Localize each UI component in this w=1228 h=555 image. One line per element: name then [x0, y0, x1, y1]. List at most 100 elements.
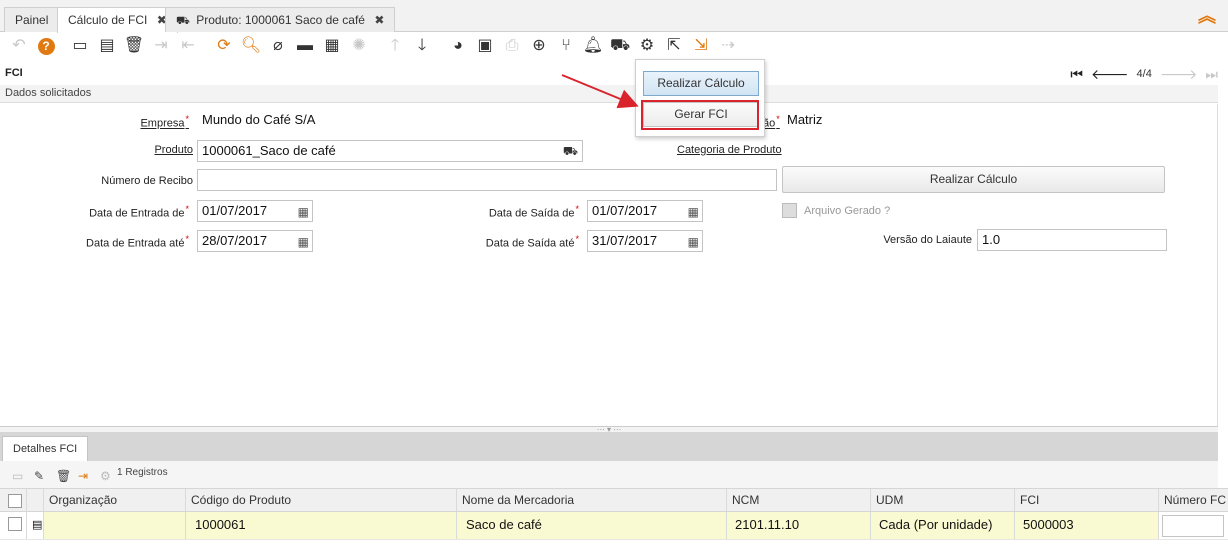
cell-fci[interactable]: 5000003	[1015, 512, 1159, 539]
report-icon[interactable]: ◕	[448, 36, 468, 56]
entrada-ate-input[interactable]: 28/07/2017 ▦	[197, 230, 313, 252]
empresa-label[interactable]: Empresa*	[140, 114, 189, 130]
edit-icon[interactable]: ✎	[34, 469, 44, 483]
edit-row-icon[interactable]: ▤	[27, 512, 44, 539]
table-row[interactable]: ▤ 1000061 Saco de café 2101.11.10 Cada (…	[0, 512, 1228, 540]
record-nav: ⏮ 🡐 4/4 🡒 ⏭	[1070, 64, 1218, 84]
entrada-de-input[interactable]: 01/07/2017 ▦	[197, 200, 313, 222]
calendar-icon[interactable]: ▦	[298, 232, 309, 251]
cart-icon[interactable]: ⛟	[563, 141, 578, 161]
cart-icon[interactable]: ⛟	[610, 36, 630, 56]
export-icon[interactable]: ⇱	[664, 36, 684, 56]
produto-field-value: 1000061_Saco de café	[202, 143, 336, 158]
required-mark: *	[575, 234, 579, 244]
first-record-icon[interactable]: ⏮	[1070, 66, 1083, 83]
export-icon[interactable]: ⇥	[78, 469, 88, 483]
popup-realizar-calculo-button[interactable]: Realizar Cálculo	[643, 71, 759, 96]
new-record-icon[interactable]: ▭	[70, 36, 90, 56]
previous-record-icon[interactable]: 🡐	[1091, 66, 1129, 83]
cell-udm[interactable]: Cada (Por unidade)	[871, 512, 1015, 539]
entrada-de-label: Data de Entrada de*	[89, 204, 189, 220]
exit-icon[interactable]: ⇢	[718, 36, 738, 56]
calendar-icon[interactable]: ▦	[298, 202, 309, 221]
section-header: Dados solicitados	[0, 85, 1218, 103]
required-mark: *	[575, 204, 579, 214]
produto-label[interactable]: Produto	[154, 144, 193, 156]
zoom-icon[interactable]: ⊕	[529, 36, 549, 56]
tab-painel[interactable]: Painel	[4, 7, 60, 32]
record-count: 1 Registros	[117, 467, 168, 478]
cell-ncm[interactable]: 2101.11.10	[727, 512, 871, 539]
entrada-ate-label-text: Data de Entrada até	[86, 237, 185, 250]
bell-icon[interactable]: 🔔︎	[583, 36, 603, 56]
arrow-up-icon[interactable]: 🡑	[385, 36, 405, 56]
help-icon[interactable]: ?	[36, 36, 56, 56]
print-icon[interactable]: ⎙	[502, 36, 522, 56]
entrada-ate-value: 28/07/2017	[202, 233, 268, 248]
cell-numero-fci-input[interactable]	[1162, 515, 1224, 537]
delete-icon[interactable]: 🗑	[56, 469, 71, 483]
column-header-nome-mercadoria[interactable]: Nome da Mercadoria	[457, 489, 727, 511]
gear-icon[interactable]: ⚙	[637, 36, 657, 56]
detail-tab-bar: Detalhes FCI	[0, 432, 1218, 461]
column-header-numero-fci[interactable]: Número FC	[1159, 489, 1228, 511]
workflow-icon[interactable]: ⑂	[556, 36, 576, 56]
arquivo-gerado-checkbox[interactable]	[782, 203, 797, 218]
column-header-codigo-produto[interactable]: Código do Produto	[186, 489, 457, 511]
collapse-icon[interactable]: ︽	[1198, 7, 1216, 25]
cell-organizacao[interactable]	[44, 512, 186, 539]
tab-produto[interactable]: ⛟ Produto: 1000061 Saco de café ✖	[165, 7, 396, 32]
last-record-icon[interactable]: ⏭	[1205, 66, 1218, 83]
highlight-box	[641, 100, 759, 130]
import-icon[interactable]: ⇲	[691, 36, 711, 56]
row-checkbox[interactable]	[8, 517, 22, 531]
realizar-calculo-button[interactable]: Realizar Cálculo	[782, 166, 1165, 193]
search-icon[interactable]: 🔍︎	[241, 36, 261, 56]
versao-laiaute-input[interactable]: 1.0	[977, 229, 1167, 251]
tab-detalhes-fci[interactable]: Detalhes FCI	[2, 436, 89, 461]
tab-label: Cálculo de FCI	[68, 13, 148, 27]
grid-header: Organização Código do Produto Nome da Me…	[0, 488, 1228, 512]
attachment-icon[interactable]: ⌀	[268, 36, 288, 56]
column-header-udm[interactable]: UDM	[871, 489, 1015, 511]
entrada-de-label-text: Data de Entrada de	[89, 207, 185, 220]
close-icon[interactable]: ✖	[374, 13, 384, 27]
app-window: Painel Cálculo de FCI ✖ ⛟ Produto: 10000…	[0, 0, 1228, 555]
column-header-fci[interactable]: FCI	[1015, 489, 1159, 511]
required-mark: *	[185, 234, 189, 244]
cell-nome-mercadoria[interactable]: Saco de café	[457, 512, 727, 539]
saida-de-input[interactable]: 01/07/2017 ▦	[587, 200, 703, 222]
new-record-icon[interactable]: ▭	[12, 469, 23, 483]
select-all-checkbox[interactable]	[8, 494, 22, 508]
column-header-ncm[interactable]: NCM	[727, 489, 871, 511]
arrow-down-icon[interactable]: 🡓	[412, 36, 432, 56]
arquivo-gerado-label: Arquivo Gerado ?	[804, 205, 891, 217]
fci-form: Empresa* Mundo do Café S/A ão* Matriz Pr…	[0, 104, 1218, 426]
saida-ate-label-text: Data de Saída até	[485, 237, 575, 250]
empresa-label-text: Empresa	[140, 117, 185, 130]
delete-icon[interactable]: 🗑	[124, 36, 144, 56]
copy-record-icon[interactable]: ▤	[97, 36, 117, 56]
calendar-icon[interactable]: ▦	[688, 232, 699, 251]
required-mark: *	[185, 114, 189, 124]
record-counter: 4/4	[1136, 68, 1152, 80]
tab-calculo-fci[interactable]: Cálculo de FCI ✖	[57, 7, 178, 33]
saida-ate-input[interactable]: 31/07/2017 ▦	[587, 230, 703, 252]
grid-toggle-icon[interactable]: ✺	[349, 36, 369, 56]
save-icon[interactable]: ⇥	[151, 36, 171, 56]
undo-icon[interactable]: ↶	[9, 36, 29, 56]
cell-codigo-produto[interactable]: 1000061	[186, 512, 457, 539]
column-header-organizacao[interactable]: Organização	[44, 489, 186, 511]
organizacao-label[interactable]: ão*	[763, 114, 780, 130]
history-icon[interactable]: ▦	[322, 36, 342, 56]
produto-field[interactable]: 1000061_Saco de café ⛟	[197, 140, 583, 162]
calendar-icon[interactable]: ▦	[688, 202, 699, 221]
save-close-icon[interactable]: ⇤	[178, 36, 198, 56]
gear-icon[interactable]: ⚙	[100, 469, 111, 483]
chat-icon[interactable]: ▬	[295, 36, 315, 56]
recibo-input[interactable]	[197, 169, 777, 191]
next-record-icon[interactable]: 🡒	[1160, 66, 1198, 83]
refresh-icon[interactable]: ⟳	[214, 36, 234, 56]
categoria-produto-link[interactable]: Categoria de Produto	[677, 144, 782, 156]
archive-icon[interactable]: ▣	[475, 36, 495, 56]
